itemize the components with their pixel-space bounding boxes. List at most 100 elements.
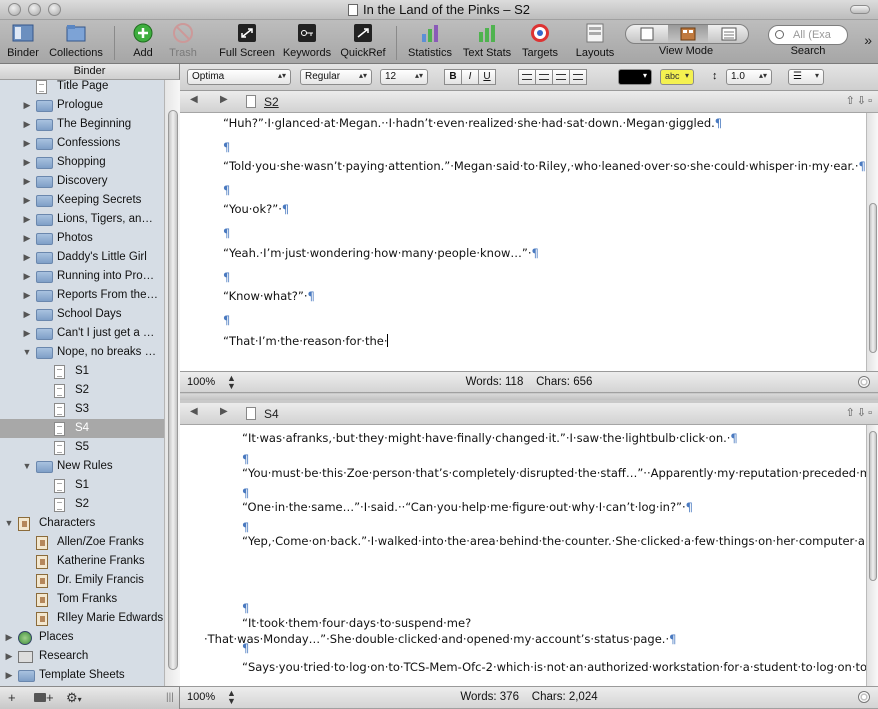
top-editor-title[interactable]: S2 bbox=[264, 95, 279, 109]
target-icon[interactable] bbox=[858, 376, 870, 388]
add-item-button[interactable]: + bbox=[8, 690, 16, 705]
disclosure-collapsed-icon[interactable]: ▶ bbox=[22, 248, 32, 267]
align-left-button[interactable] bbox=[518, 69, 536, 85]
binder-item[interactable]: ▼ Nope, no breaks … bbox=[0, 343, 164, 362]
binder-item[interactable]: Title Page bbox=[0, 80, 164, 96]
back-arrow-icon[interactable]: ◀ bbox=[190, 406, 198, 417]
disclosure-collapsed-icon[interactable]: ▶ bbox=[22, 229, 32, 248]
resize-handle-icon[interactable]: ||| bbox=[166, 692, 174, 703]
top-editor-scrollbar[interactable] bbox=[866, 113, 878, 371]
toolbar-toggle-button[interactable] bbox=[850, 5, 870, 14]
binder-item[interactable]: Katherine Franks bbox=[0, 552, 164, 571]
binder-item[interactable]: ▶ Lions, Tigers, an… bbox=[0, 210, 164, 229]
binder-button[interactable]: Binder bbox=[4, 22, 42, 59]
binder-item[interactable]: RIley Marie Edwards bbox=[0, 609, 164, 628]
bottom-editor-scroll-thumb[interactable] bbox=[869, 431, 877, 581]
add-button[interactable]: Add bbox=[128, 22, 158, 59]
trash-button[interactable]: Trash bbox=[166, 22, 200, 59]
bottom-editor-title[interactable]: S4 bbox=[264, 407, 279, 421]
corkboard-mode-button[interactable] bbox=[668, 25, 708, 43]
binder-item[interactable]: S3 bbox=[0, 400, 164, 419]
disclosure-expanded-icon[interactable]: ▼ bbox=[4, 514, 14, 533]
binder-item[interactable]: Allen/Zoe Franks bbox=[0, 533, 164, 552]
font-family-select[interactable]: Optima ▴▾ bbox=[187, 69, 291, 85]
full-screen-button[interactable]: Full Screen bbox=[218, 22, 276, 59]
binder-item[interactable]: ▶ Daddy's Little Girl bbox=[0, 248, 164, 267]
binder-item[interactable]: ▶ Confessions bbox=[0, 134, 164, 153]
binder-item[interactable]: ▼ Characters bbox=[0, 514, 164, 533]
forward-arrow-icon[interactable]: ▶ bbox=[220, 406, 228, 417]
binder-item[interactable]: ▼ New Rules bbox=[0, 457, 164, 476]
binder-item[interactable]: Tom Franks bbox=[0, 590, 164, 609]
binder-item[interactable]: ▶ Template Sheets bbox=[0, 666, 164, 685]
line-spacing-select[interactable]: 1.0 ▴▾ bbox=[726, 69, 772, 85]
top-editor-scroll-thumb[interactable] bbox=[869, 203, 877, 353]
binder-scroll-thumb[interactable] bbox=[168, 110, 178, 670]
disclosure-expanded-icon[interactable]: ▼ bbox=[22, 343, 32, 362]
disclosure-collapsed-icon[interactable]: ▶ bbox=[22, 324, 32, 343]
binder-scrollbar[interactable] bbox=[164, 80, 180, 686]
binder-item[interactable]: ▶ Reports From the… bbox=[0, 286, 164, 305]
binder-item[interactable]: ▶ The Beginning bbox=[0, 115, 164, 134]
disclosure-collapsed-icon[interactable]: ▶ bbox=[4, 666, 14, 685]
disclosure-collapsed-icon[interactable]: ▶ bbox=[22, 191, 32, 210]
list-style-select[interactable]: ☰ ▾ bbox=[788, 69, 824, 85]
align-center-button[interactable] bbox=[535, 69, 553, 85]
font-style-select[interactable]: Regular ▴▾ bbox=[300, 69, 372, 85]
disclosure-collapsed-icon[interactable]: ▶ bbox=[22, 96, 32, 115]
binder-item[interactable]: S2 bbox=[0, 495, 164, 514]
font-size-select[interactable]: 12 ▴▾ bbox=[380, 69, 428, 85]
toolbar-overflow-chevron-icon[interactable]: » bbox=[864, 32, 872, 48]
binder-item[interactable]: S1 bbox=[0, 476, 164, 495]
disclosure-collapsed-icon[interactable]: ▶ bbox=[22, 134, 32, 153]
highlight-color-swatch[interactable]: abc ▾ bbox=[660, 69, 694, 85]
outliner-mode-button[interactable] bbox=[709, 25, 749, 43]
binder-item[interactable]: ▶ Can't I just get a … bbox=[0, 324, 164, 343]
search-input[interactable]: All (Exa bbox=[768, 25, 848, 45]
forward-arrow-icon[interactable]: ▶ bbox=[220, 94, 228, 105]
bottom-editor-scrollbar[interactable] bbox=[866, 425, 878, 686]
binder-item[interactable]: ▶ School Days bbox=[0, 305, 164, 324]
text-stats-button[interactable]: Text Stats bbox=[460, 22, 514, 59]
scrivenings-mode-button[interactable] bbox=[627, 25, 667, 43]
up-down-arrows-icon[interactable]: ⇧⇩▫ bbox=[846, 94, 874, 107]
binder-item[interactable]: S1 bbox=[0, 362, 164, 381]
italic-button[interactable]: I bbox=[461, 69, 479, 85]
up-down-arrows-icon[interactable]: ⇧⇩▫ bbox=[846, 406, 874, 419]
disclosure-collapsed-icon[interactable]: ▶ bbox=[22, 267, 32, 286]
keywords-button[interactable]: Keywords bbox=[282, 22, 332, 59]
disclosure-collapsed-icon[interactable]: ▶ bbox=[22, 153, 32, 172]
disclosure-collapsed-icon[interactable]: ▶ bbox=[4, 628, 14, 647]
binder-item[interactable]: ▶ Discovery bbox=[0, 172, 164, 191]
disclosure-expanded-icon[interactable]: ▼ bbox=[22, 457, 32, 476]
justify-button[interactable] bbox=[569, 69, 587, 85]
disclosure-collapsed-icon[interactable]: ▶ bbox=[4, 647, 14, 666]
binder-item[interactable]: S4 bbox=[0, 419, 164, 438]
layouts-button[interactable]: Layouts bbox=[572, 22, 618, 59]
back-arrow-icon[interactable]: ◀ bbox=[190, 94, 198, 105]
align-right-button[interactable] bbox=[552, 69, 570, 85]
binder-item[interactable]: Dr. Emily Francis bbox=[0, 571, 164, 590]
binder-item[interactable]: ▶ Photos bbox=[0, 229, 164, 248]
target-icon[interactable] bbox=[858, 691, 870, 703]
editor-split-divider[interactable] bbox=[180, 394, 878, 400]
gear-menu-button[interactable]: ⚙▾ bbox=[66, 690, 82, 706]
underline-button[interactable]: U bbox=[478, 69, 496, 85]
binder-item[interactable]: ▶ Shopping bbox=[0, 153, 164, 172]
binder-item[interactable]: ▶ Running into Pro… bbox=[0, 267, 164, 286]
disclosure-collapsed-icon[interactable]: ▶ bbox=[22, 172, 32, 191]
binder-item[interactable]: ▶ Prologue bbox=[0, 96, 164, 115]
disclosure-collapsed-icon[interactable]: ▶ bbox=[22, 210, 32, 229]
disclosure-collapsed-icon[interactable]: ▶ bbox=[22, 115, 32, 134]
binder-item[interactable]: ▶ Keeping Secrets bbox=[0, 191, 164, 210]
disclosure-collapsed-icon[interactable]: ▶ bbox=[22, 286, 32, 305]
quickref-button[interactable]: QuickRef bbox=[338, 22, 388, 59]
add-folder-button[interactable]: + bbox=[34, 690, 54, 705]
targets-button[interactable]: Targets bbox=[518, 22, 562, 59]
binder-item[interactable]: ▶ Research bbox=[0, 647, 164, 666]
bold-button[interactable]: B bbox=[444, 69, 462, 85]
binder-item[interactable]: ▶ Places bbox=[0, 628, 164, 647]
binder-item[interactable]: S5 bbox=[0, 438, 164, 457]
top-editor-text-area[interactable]: “Huh?”·I·glanced·at·Megan.··I·hadn’t·eve… bbox=[180, 113, 866, 371]
bottom-editor-text-area[interactable]: “It·was·afranks,·but·they·might·have·fin… bbox=[180, 425, 866, 686]
